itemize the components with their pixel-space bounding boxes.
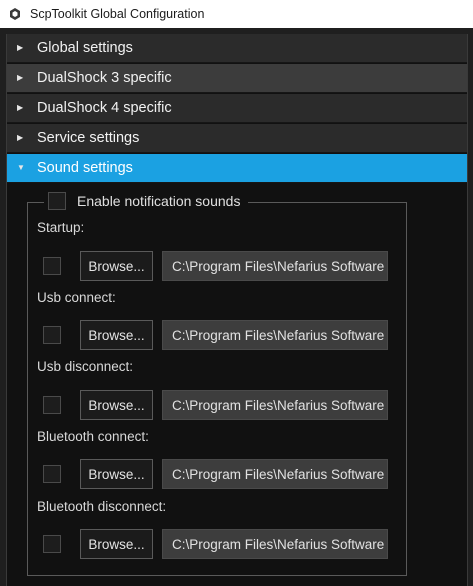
section-label: DualShock 4 specific (37, 100, 172, 116)
bluetooth-disconnect-row: Browse... C:\Program Files\Nefarius Soft… (43, 529, 403, 559)
collapsed-arrow-icon: ▶ (17, 43, 24, 52)
usb-connect-checkbox[interactable] (43, 326, 61, 344)
usb-connect-browse-button[interactable]: Browse... (80, 320, 153, 350)
usb-disconnect-path-field[interactable]: C:\Program Files\Nefarius Software Solut… (162, 390, 388, 420)
group-header: Enable notification sounds (44, 192, 249, 210)
section-dualshock3[interactable]: ▶ DualShock 3 specific (7, 64, 467, 93)
title-bar: ScpToolkit Global Configuration (0, 0, 473, 28)
bluetooth-connect-label: Bluetooth connect: (37, 429, 149, 444)
bluetooth-connect-path-field[interactable]: C:\Program Files\Nefarius Software Solut… (162, 459, 388, 489)
bluetooth-connect-checkbox[interactable] (43, 465, 61, 483)
section-service-settings[interactable]: ▶ Service settings (7, 124, 467, 153)
bluetooth-disconnect-browse-button[interactable]: Browse... (80, 529, 153, 559)
startup-label: Startup: (37, 220, 85, 235)
bluetooth-disconnect-label: Bluetooth disconnect: (37, 499, 167, 514)
section-label: Global settings (37, 40, 133, 56)
collapsed-arrow-icon: ▶ (17, 133, 24, 142)
usb-connect-path-field[interactable]: C:\Program Files\Nefarius Software Solut… (162, 320, 388, 350)
section-label: Sound settings (37, 160, 133, 176)
startup-row: Browse... C:\Program Files\Nefarius Soft… (43, 251, 403, 281)
window-title: ScpToolkit Global Configuration (30, 7, 205, 21)
startup-path-field[interactable]: C:\Program Files\Nefarius Software Solut… (162, 251, 388, 281)
app-icon (8, 7, 22, 21)
enable-notification-sounds-label: Enable notification sounds (77, 193, 241, 209)
usb-disconnect-browse-button[interactable]: Browse... (80, 390, 153, 420)
usb-disconnect-row: Browse... C:\Program Files\Nefarius Soft… (43, 390, 403, 420)
section-label: Service settings (37, 130, 140, 146)
bluetooth-connect-row: Browse... C:\Program Files\Nefarius Soft… (43, 459, 403, 489)
section-sound-settings[interactable]: ▼ Sound settings (7, 154, 467, 183)
bluetooth-disconnect-checkbox[interactable] (43, 535, 61, 553)
startup-checkbox[interactable] (43, 257, 61, 275)
collapsed-arrow-icon: ▶ (17, 103, 24, 112)
collapsed-arrow-icon: ▶ (17, 73, 24, 82)
bluetooth-disconnect-path-field[interactable]: C:\Program Files\Nefarius Software Solut… (162, 529, 388, 559)
section-label: DualShock 3 specific (37, 70, 172, 86)
settings-panel: ▶ Global settings ▶ DualShock 3 specific… (6, 34, 468, 586)
section-global-settings[interactable]: ▶ Global settings (7, 34, 467, 63)
bluetooth-connect-browse-button[interactable]: Browse... (80, 459, 153, 489)
section-dualshock4[interactable]: ▶ DualShock 4 specific (7, 94, 467, 123)
usb-disconnect-label: Usb disconnect: (37, 359, 134, 374)
enable-notification-sounds-checkbox[interactable] (48, 192, 66, 210)
expanded-arrow-icon: ▼ (17, 163, 25, 172)
usb-disconnect-checkbox[interactable] (43, 396, 61, 414)
usb-connect-label: Usb connect: (37, 290, 116, 305)
startup-browse-button[interactable]: Browse... (80, 251, 153, 281)
usb-connect-row: Browse... C:\Program Files\Nefarius Soft… (43, 320, 403, 350)
